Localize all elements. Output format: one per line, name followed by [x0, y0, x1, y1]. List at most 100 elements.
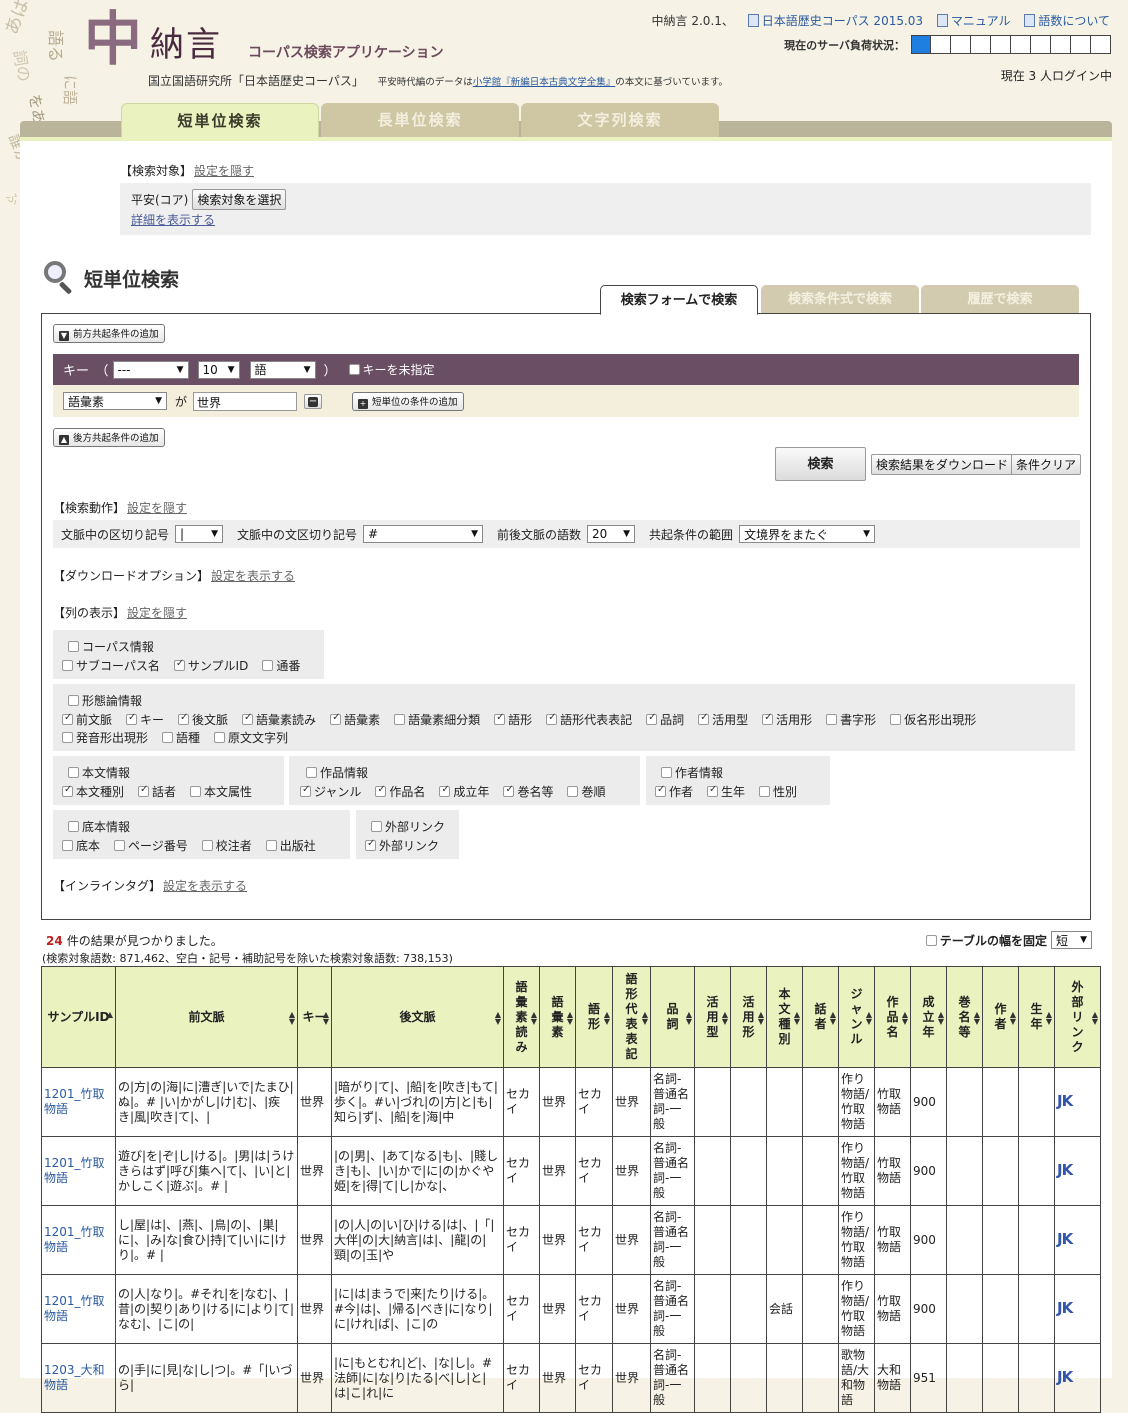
link-corpus[interactable]: 日本語歴史コーパス 2015.03: [747, 14, 923, 28]
column-checkbox[interactable]: [62, 660, 73, 671]
column-header[interactable]: 活用型 ▲ ▼: [694, 966, 731, 1068]
column-checkbox[interactable]: [890, 714, 902, 725]
column-header[interactable]: サンプルID ▲: [41, 966, 116, 1068]
external-link-jk[interactable]: JK: [1057, 1161, 1073, 1179]
column-checkbox[interactable]: [62, 784, 73, 797]
column-header[interactable]: 生年 ▲ ▼: [1018, 966, 1055, 1068]
column-checkbox[interactable]: [62, 712, 73, 725]
column-header[interactable]: 語彙素読み ▲ ▼: [503, 966, 540, 1068]
select-target-button[interactable]: 検索対象を選択: [192, 189, 287, 210]
column-checkbox[interactable]: [162, 732, 174, 743]
key-unspecified-checkbox[interactable]: [348, 364, 360, 375]
column-header[interactable]: 作品名 ▲ ▼: [874, 966, 911, 1068]
external-link-jk[interactable]: JK: [1057, 1230, 1073, 1248]
column-header[interactable]: 語彙素 ▲ ▼: [539, 966, 576, 1068]
column-checkbox[interactable]: [707, 784, 719, 797]
corpus-group-checkbox[interactable]: [68, 641, 79, 652]
column-header[interactable]: ジャンル ▲ ▼: [838, 966, 875, 1068]
author-group-checkbox[interactable]: [661, 767, 672, 778]
column-checkbox[interactable]: [138, 784, 150, 797]
column-checkbox[interactable]: [646, 712, 658, 725]
column-header[interactable]: 成立年 ▲ ▼: [910, 966, 947, 1068]
external-link-jk[interactable]: JK: [1057, 1092, 1073, 1110]
condition-value-input[interactable]: 世界: [193, 391, 298, 411]
column-checkbox[interactable]: [375, 784, 387, 797]
inline-tag-toggle-link[interactable]: 設定を表示する: [163, 879, 247, 893]
column-checkbox[interactable]: [173, 658, 185, 671]
sentence-delimiter-select[interactable]: # ▼: [363, 525, 484, 543]
work-group-checkbox[interactable]: [306, 767, 317, 778]
column-header[interactable]: 巻名等 ▲ ▼: [946, 966, 983, 1068]
key-select-2[interactable]: 10 ▼: [197, 360, 240, 379]
tab-string[interactable]: 文字列検索: [521, 103, 719, 137]
link-manual[interactable]: マニュアル: [936, 14, 1011, 28]
target-detail-link[interactable]: 詳細を表示する: [131, 211, 215, 228]
key-select-1[interactable]: --- ▼: [112, 360, 189, 379]
add-before-condition-button[interactable]: ▼ 前方共起条件の追加: [53, 324, 165, 343]
columns-toggle-link[interactable]: 設定を隠す: [127, 606, 187, 620]
column-checkbox[interactable]: [655, 784, 666, 797]
add-after-condition-button[interactable]: ▲ 後方共起条件の追加: [53, 428, 165, 447]
sample-id-link[interactable]: 1201_竹取物語: [44, 1294, 105, 1323]
search-button[interactable]: 検索: [775, 447, 866, 481]
download-options-toggle-link[interactable]: 設定を表示する: [211, 569, 295, 583]
column-checkbox[interactable]: [126, 712, 138, 725]
external-group-checkbox[interactable]: [371, 821, 382, 832]
tab-search-history[interactable]: 履歴で検索: [921, 285, 1079, 314]
column-checkbox[interactable]: [698, 712, 710, 725]
column-checkbox[interactable]: [62, 840, 73, 851]
text-group-checkbox[interactable]: [68, 767, 79, 778]
column-checkbox[interactable]: [114, 840, 126, 851]
context-words-select[interactable]: 20 ▼: [587, 525, 636, 543]
key-select-3[interactable]: 語 ▼: [249, 360, 316, 379]
column-checkbox[interactable]: [759, 786, 771, 797]
column-header[interactable]: 前文脈 ▲ ▼: [115, 966, 298, 1068]
clear-conditions-button[interactable]: 条件クリア: [1011, 454, 1082, 475]
column-checkbox[interactable]: [494, 712, 506, 725]
column-checkbox[interactable]: [214, 732, 226, 743]
column-header[interactable]: 外部リンク ▲ ▼: [1054, 966, 1101, 1068]
width-select[interactable]: 短 ▼: [1051, 931, 1092, 949]
column-checkbox[interactable]: [62, 732, 73, 743]
column-checkbox[interactable]: [242, 712, 254, 725]
tab-search-expression[interactable]: 検索条件式で検索: [761, 285, 919, 314]
context-delimiter-select[interactable]: | ▼: [175, 525, 224, 543]
external-link-jk[interactable]: JK: [1057, 1299, 1073, 1317]
column-header[interactable]: 話者 ▲ ▼: [802, 966, 839, 1068]
column-checkbox[interactable]: [762, 712, 774, 725]
link-nkbz[interactable]: 『新編日本古典文学全集』: [501, 77, 615, 88]
target-toggle-link[interactable]: 設定を隠す: [194, 164, 254, 178]
column-checkbox[interactable]: [178, 712, 190, 725]
download-results-button[interactable]: 検索結果をダウンロード: [871, 454, 1014, 475]
column-checkbox[interactable]: [439, 784, 451, 797]
column-checkbox[interactable]: [190, 786, 202, 797]
column-header[interactable]: 語形代表表記 ▲ ▼: [612, 966, 651, 1068]
column-header[interactable]: 語形 ▲ ▼: [575, 966, 613, 1068]
source-group-checkbox[interactable]: [68, 821, 79, 832]
sample-id-link[interactable]: 1201_竹取物語: [44, 1156, 105, 1185]
range-select[interactable]: 文境界をまたぐ ▼: [739, 525, 876, 543]
condition-field-select[interactable]: 語彙素 ▼: [63, 392, 167, 410]
add-short-unit-condition-button[interactable]: + 短単位の条件の追加: [352, 391, 464, 411]
column-checkbox[interactable]: [567, 786, 579, 797]
tab-search-form[interactable]: 検索フォームで検索: [600, 285, 758, 315]
column-checkbox[interactable]: [503, 784, 515, 797]
column-checkbox[interactable]: [546, 712, 558, 725]
external-link-jk[interactable]: JK: [1057, 1368, 1073, 1386]
sample-id-link[interactable]: 1201_竹取物語: [44, 1225, 105, 1254]
morphology-group-checkbox[interactable]: [68, 695, 79, 706]
remove-condition-button[interactable]: −: [304, 393, 323, 409]
column-header[interactable]: キー ▲ ▼: [297, 966, 332, 1068]
actions-toggle-link[interactable]: 設定を隠す: [127, 501, 187, 515]
column-checkbox[interactable]: [300, 784, 311, 797]
link-word-count[interactable]: 語数について: [1024, 14, 1110, 28]
column-checkbox[interactable]: [201, 840, 213, 851]
fix-width-checkbox[interactable]: [925, 934, 937, 946]
column-header[interactable]: 活用形 ▲ ▼: [730, 966, 767, 1068]
column-header[interactable]: 品詞 ▲ ▼: [650, 966, 695, 1068]
sample-id-link[interactable]: 1201_竹取物語: [44, 1087, 105, 1116]
column-checkbox[interactable]: [826, 714, 838, 725]
column-checkbox[interactable]: [262, 660, 274, 671]
tab-short-unit[interactable]: 短単位検索: [121, 103, 319, 139]
column-checkbox[interactable]: [330, 712, 342, 725]
